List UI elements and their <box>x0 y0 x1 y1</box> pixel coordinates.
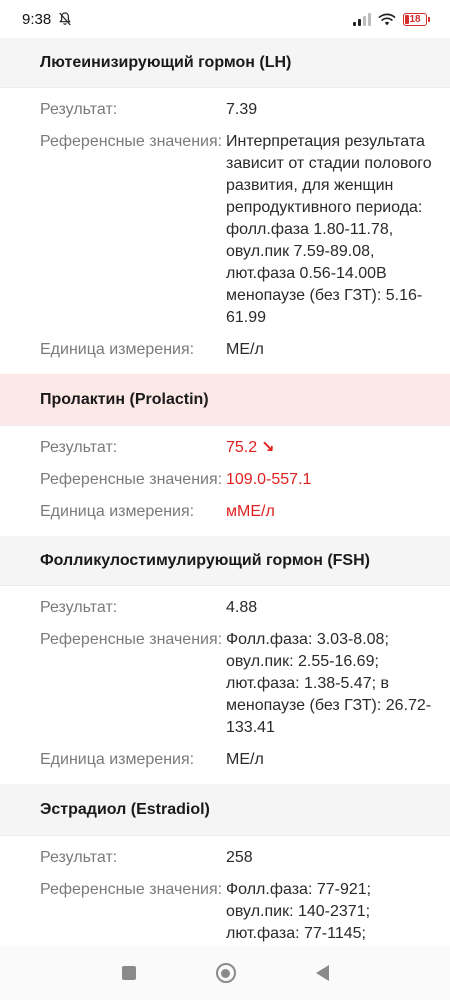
battery-icon: 18 <box>403 12 430 26</box>
row-label: Результат: <box>40 599 118 616</box>
status-bar: 9:38 18 <box>0 0 450 38</box>
battery-level: 18 <box>409 13 421 25</box>
recents-icon[interactable] <box>121 966 136 980</box>
result-card-fsh: Фолликулостимулирующий гормон (FSH) Резу… <box>0 536 450 784</box>
home-icon[interactable] <box>215 963 236 983</box>
section-title: Фолликулостимулирующий гормон (FSH) <box>0 536 450 586</box>
result-value: 75.2 <box>226 439 258 456</box>
result-row: Результат: 7.39 <box>0 99 450 121</box>
reference-value: Фолл.фаза: 3.03-8.08; овул.пик: 2.55-16.… <box>226 631 432 736</box>
status-left: 9:38 <box>22 11 73 28</box>
result-card-estradiol: Эстрадиол (Estradiol) Результат: 258 Реф… <box>0 784 450 946</box>
back-icon[interactable] <box>315 965 329 981</box>
result-card-prolactin: Пролактин (Prolactin) Результат: 75.2 ↘ Р… <box>0 374 450 536</box>
reference-row: Референсные значения: Фолл.фаза: 77-921;… <box>0 879 450 945</box>
results-list[interactable]: Лютеинизирующий гормон (LH) Результат: 7… <box>0 38 450 946</box>
result-value: 4.88 <box>226 599 258 616</box>
status-right: 18 <box>353 12 430 26</box>
reference-row: Референсные значения: Фолл.фаза: 3.03-8.… <box>0 629 450 739</box>
result-rows: Результат: 7.39 Референсные значения: Ин… <box>0 88 450 374</box>
section-title: Пролактин (Prolactin) <box>0 374 450 426</box>
row-label: Результат: <box>40 849 118 866</box>
system-nav-bar <box>0 946 450 1000</box>
result-rows: Результат: 75.2 ↘ Референсные значения: 1… <box>0 426 450 536</box>
result-value: 258 <box>226 849 253 866</box>
row-label: Единица измерения: <box>40 751 195 768</box>
row-label: Референсные значения: <box>40 631 223 648</box>
row-label: Единица измерения: <box>40 341 195 358</box>
unit-row: Единица измерения: МЕ/л <box>0 339 450 361</box>
unit-value: МЕ/л <box>226 341 264 358</box>
row-label: Референсные значения: <box>40 471 223 488</box>
reference-value: Интерпретация результата зависит от стад… <box>226 133 432 326</box>
reference-value: 109.0-557.1 <box>226 471 312 488</box>
section-title: Эстрадиол (Estradiol) <box>0 784 450 836</box>
row-label: Референсные значения: <box>40 881 223 898</box>
clock: 9:38 <box>22 10 52 28</box>
result-row: Результат: 4.88 <box>0 597 450 619</box>
row-label: Результат: <box>40 439 118 456</box>
arrow-down-icon: ↘ <box>261 439 275 456</box>
unit-row: Единица измерения: МЕ/л <box>0 749 450 771</box>
result-row: Результат: 258 <box>0 847 450 869</box>
reference-row: Референсные значения: 109.0-557.1 <box>0 469 450 491</box>
row-label: Референсные значения: <box>40 133 223 150</box>
bell-off-icon <box>59 12 71 26</box>
wifi-icon <box>378 13 396 26</box>
unit-value: мМЕ/л <box>226 503 275 520</box>
section-title: Лютеинизирующий гормон (LH) <box>0 38 450 88</box>
reference-value: Фолл.фаза: 77-921; овул.пик: 140-2371; л… <box>226 881 372 942</box>
row-label: Результат: <box>40 101 118 118</box>
result-value: 7.39 <box>226 101 258 118</box>
result-card-lh: Лютеинизирующий гормон (LH) Результат: 7… <box>0 38 450 374</box>
row-label: Единица измерения: <box>40 503 195 520</box>
reference-row: Референсные значения: Интерпретация резу… <box>0 131 450 329</box>
unit-row: Единица измерения: мМЕ/л <box>0 501 450 523</box>
result-rows: Результат: 4.88 Референсные значения: Фо… <box>0 586 450 784</box>
unit-value: МЕ/л <box>226 751 264 768</box>
result-rows: Результат: 258 Референсные значения: Фол… <box>0 836 450 946</box>
result-row: Результат: 75.2 ↘ <box>0 437 450 459</box>
result-value-cell: 75.2 ↘ <box>226 437 434 459</box>
signal-icon <box>353 12 371 26</box>
